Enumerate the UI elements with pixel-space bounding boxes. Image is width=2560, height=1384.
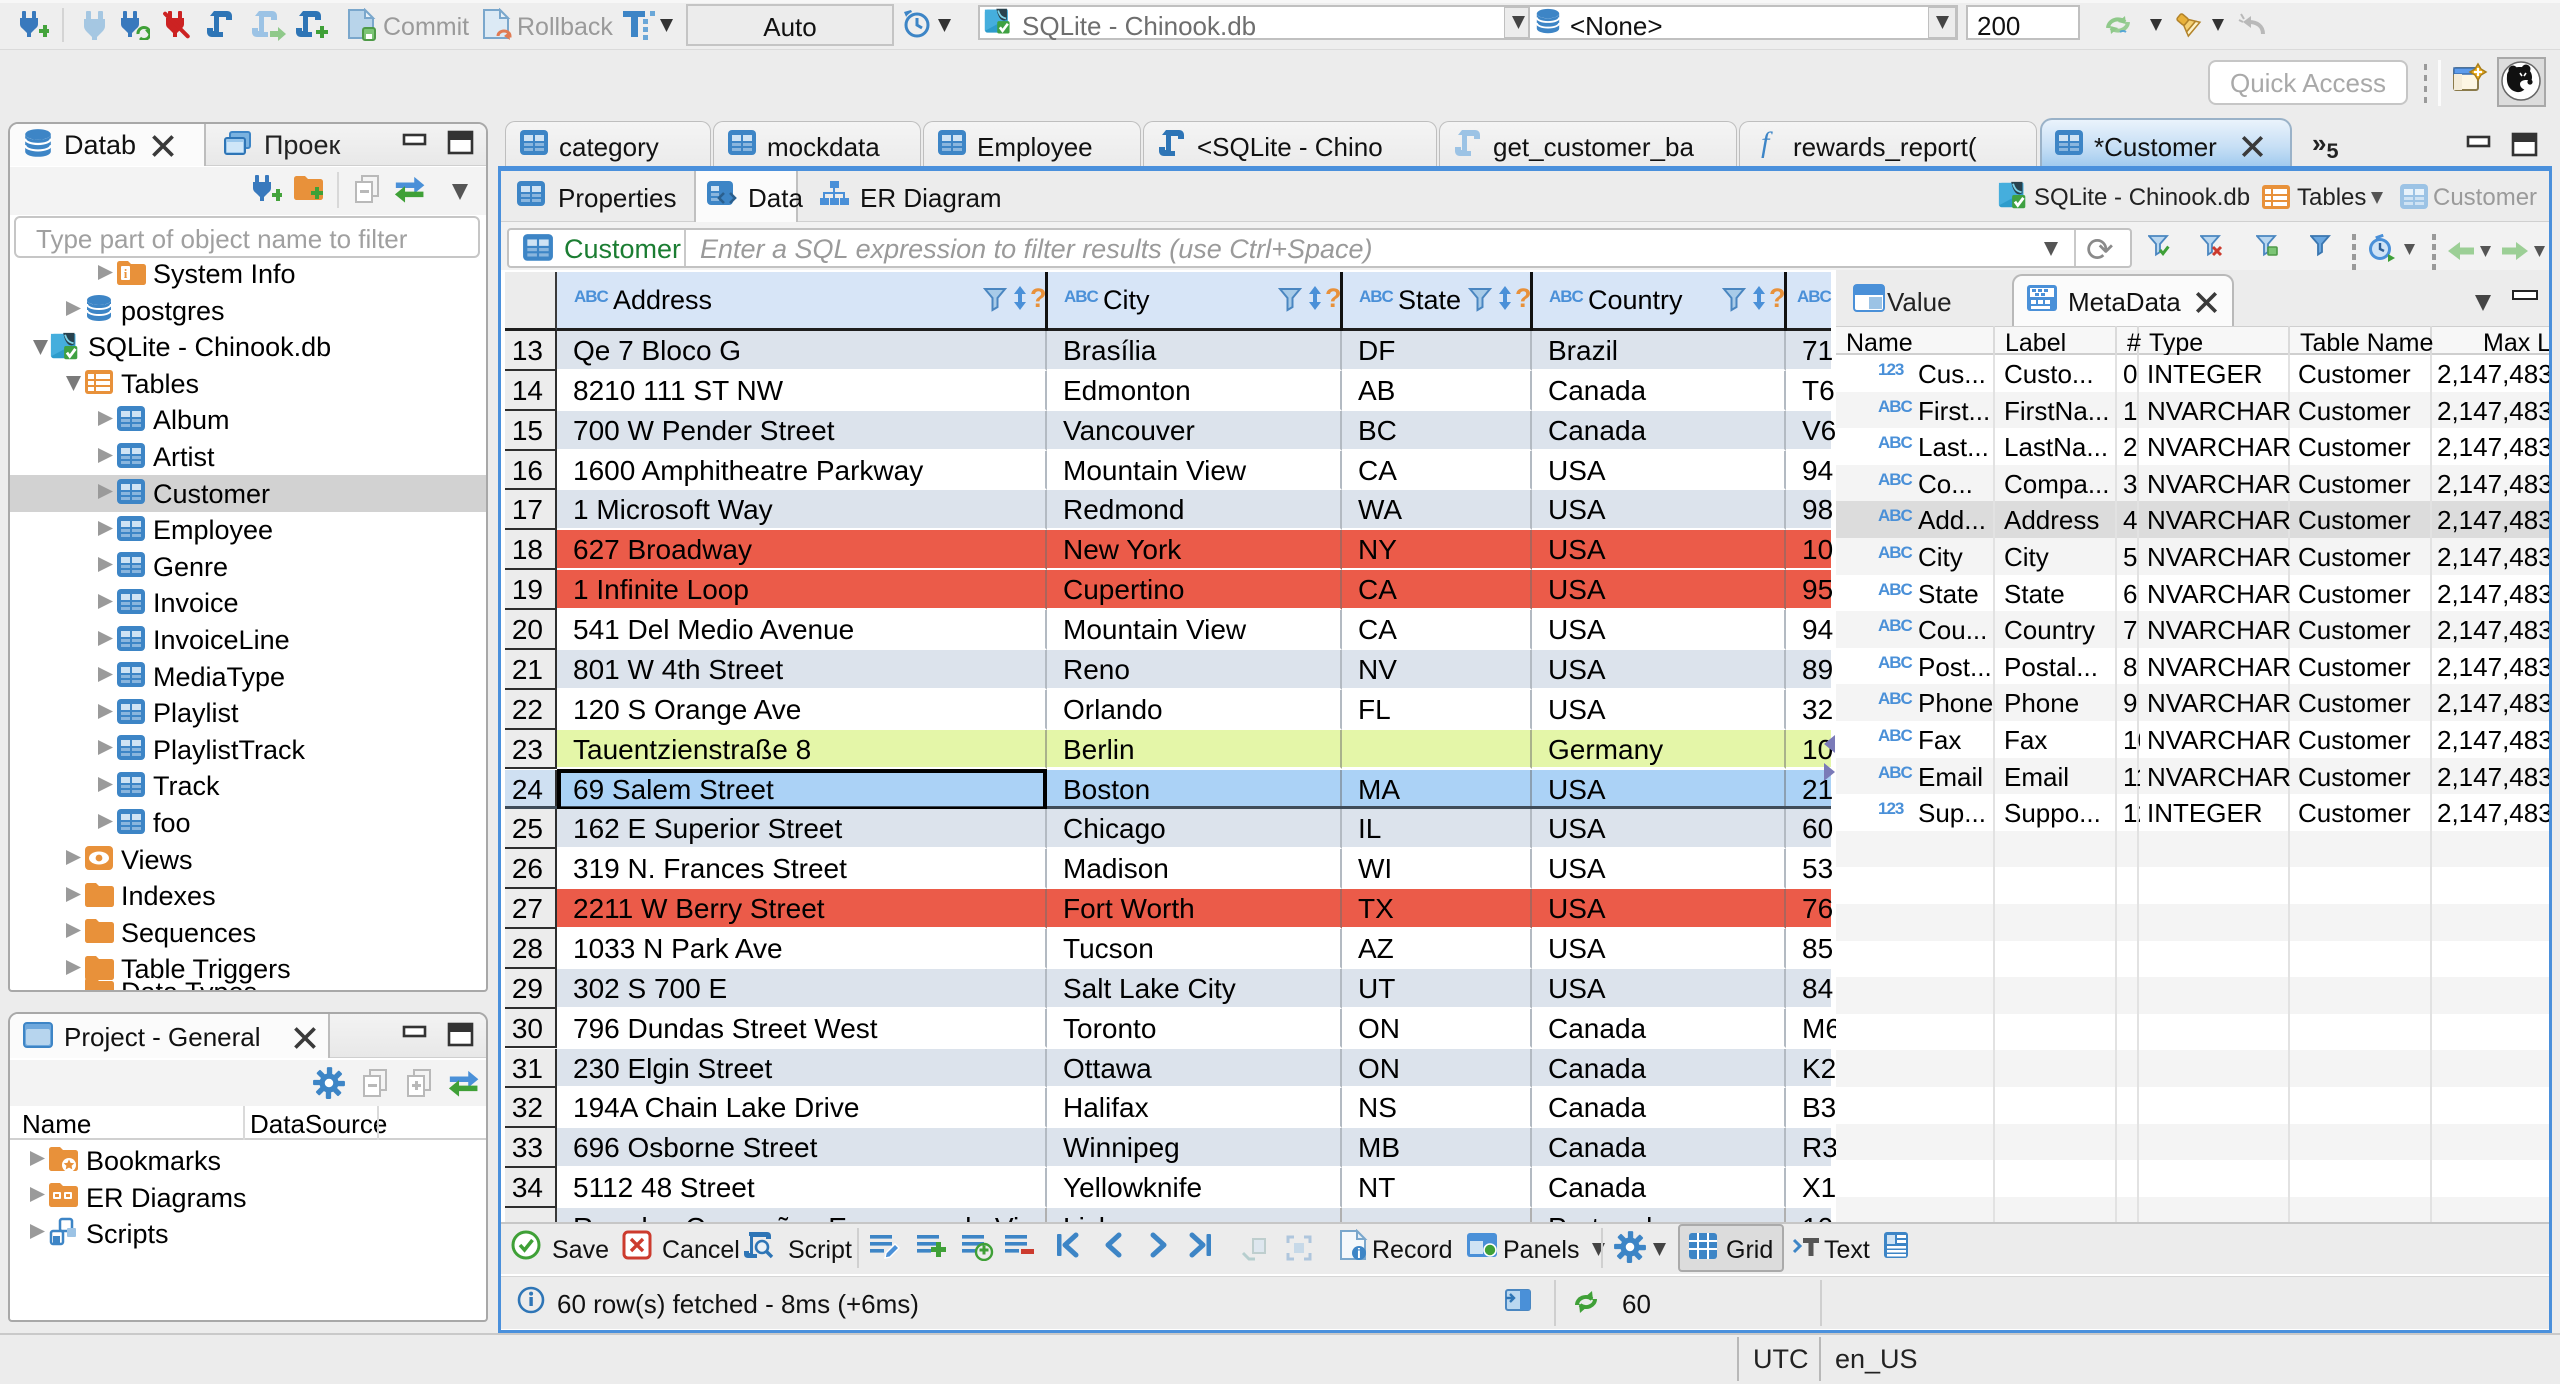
svg-text:f: f [1761,128,1773,158]
svg-text:i: i [124,266,128,281]
svg-text:i: i [1357,1245,1361,1261]
